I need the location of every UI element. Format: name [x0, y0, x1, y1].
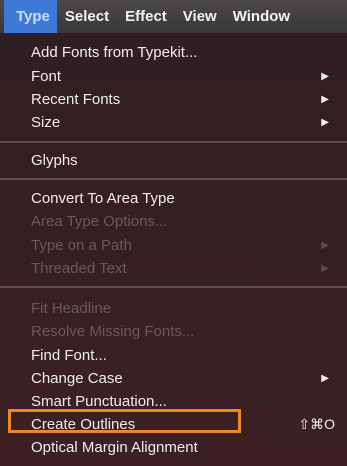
menu-item-glyphs[interactable]: Glyphs [31, 148, 335, 172]
menu-item-fit-headline: Fit Headline [31, 296, 335, 320]
menu-item-label: Find Font... [31, 346, 107, 364]
menu-bar: Type Select Effect View Window [0, 0, 347, 33]
menu-item-label: Change Case [31, 369, 123, 387]
menu-item-size[interactable]: Size ▶ [31, 110, 335, 134]
menu-view[interactable]: View [175, 0, 225, 33]
menu-item-label: Convert To Area Type [31, 189, 175, 207]
menu-item-label: Size [31, 113, 61, 131]
menu-select[interactable]: Select [57, 0, 117, 33]
menu-item-label: Glyphs [31, 151, 78, 169]
menu-separator [0, 178, 347, 180]
menu-item-label: Smart Punctuation... [31, 392, 167, 410]
menu-item-convert-area-type[interactable]: Convert To Area Type [31, 186, 335, 210]
menu-item-add-fonts[interactable]: Add Fonts from Typekit... [31, 40, 335, 64]
menu-item-recent-fonts[interactable]: Recent Fonts ▶ [31, 87, 335, 111]
create-outlines-highlight-box [8, 409, 241, 433]
menu-separator [0, 141, 347, 143]
type-menu-dropdown: Add Fonts from Typekit... Font ▶ Recent … [0, 33, 347, 466]
menu-item-change-case[interactable]: Change Case ▶ [31, 366, 335, 390]
menu-item-find-font[interactable]: Find Font... [31, 343, 335, 367]
menu-item-label: Add Fonts from Typekit... [31, 43, 198, 61]
menu-separator [0, 286, 347, 288]
menu-item-type-on-path: Type on a Path ▶ [31, 233, 335, 257]
app-screen: Type Select Effect View Window Add Fonts… [0, 0, 347, 466]
menu-item-label: Type on a Path [31, 236, 132, 254]
menu-item-label: Font [31, 67, 62, 85]
menu-item-label: Area Type Options... [31, 212, 168, 230]
submenu-arrow-icon: ▶ [321, 116, 329, 128]
menu-item-label: Recent Fonts [31, 90, 121, 108]
submenu-arrow-icon: ▶ [321, 239, 329, 251]
menu-item-label: Resolve Missing Fonts... [31, 322, 195, 340]
keyboard-shortcut: ⇧⌘O [298, 415, 335, 432]
submenu-arrow-icon: ▶ [321, 93, 329, 105]
menu-item-area-type-options: Area Type Options... [31, 209, 335, 233]
menu-effect[interactable]: Effect [117, 0, 175, 33]
menu-item-resolve-missing-fonts: Resolve Missing Fonts... [31, 319, 335, 343]
menu-window[interactable]: Window [225, 0, 298, 33]
submenu-arrow-icon: ▶ [321, 70, 329, 82]
submenu-arrow-icon: ▶ [321, 262, 329, 274]
menu-item-label: Optical Margin Alignment [31, 438, 198, 456]
menu-item-optical-margin-alignment[interactable]: Optical Margin Alignment [31, 435, 335, 459]
menu-item-threaded-text: Threaded Text ▶ [31, 256, 335, 280]
menu-item-label: Fit Headline [31, 299, 112, 317]
menu-type[interactable]: Type [4, 0, 57, 33]
submenu-arrow-icon: ▶ [321, 372, 329, 384]
menu-item-font[interactable]: Font ▶ [31, 64, 335, 88]
menu-item-label: Threaded Text [31, 259, 127, 277]
